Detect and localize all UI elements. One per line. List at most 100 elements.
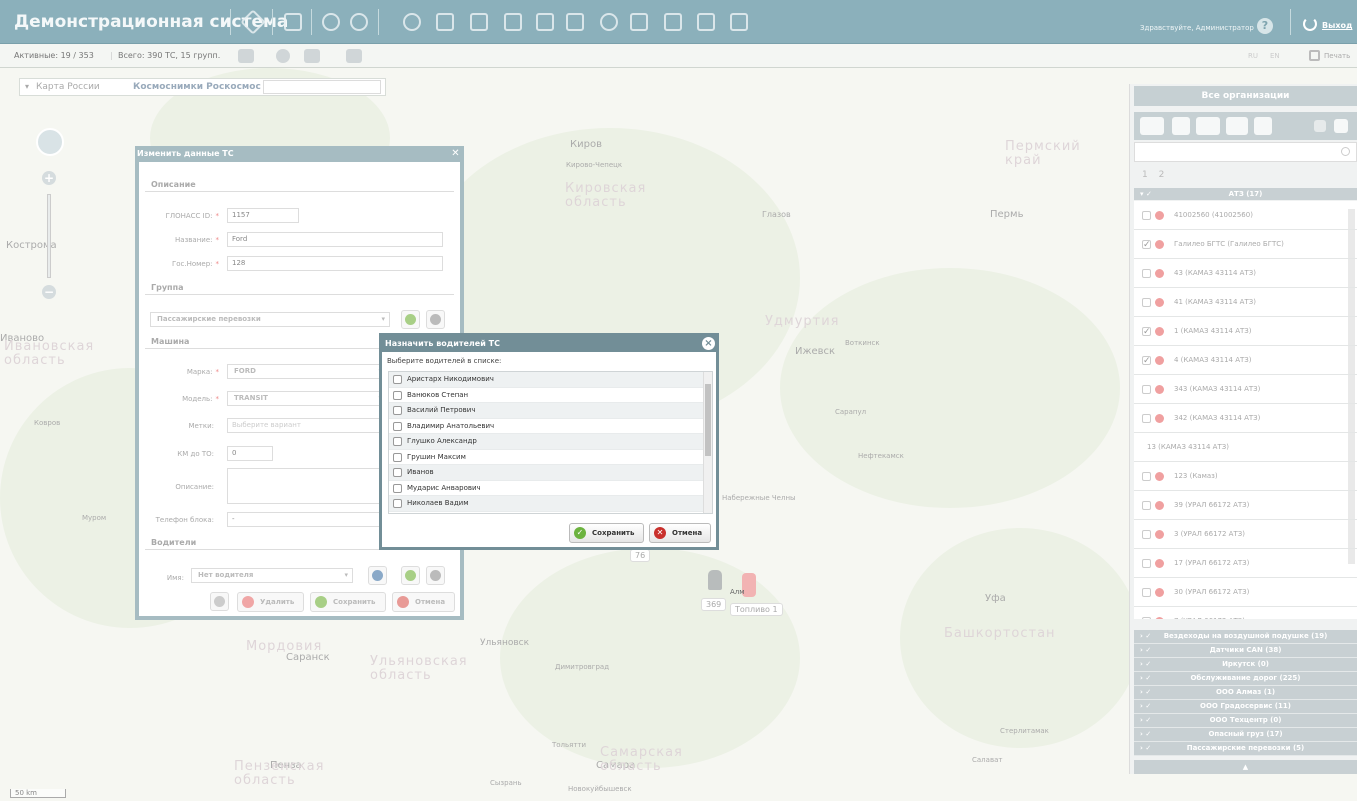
vehicle-item[interactable]: 3 (УРАЛ 66172 АТЗ) bbox=[1134, 520, 1357, 549]
vehicle-marker-label[interactable]: 76 bbox=[630, 549, 651, 562]
plate-number-input[interactable]: 128 bbox=[227, 256, 443, 271]
vehicle-checkbox[interactable] bbox=[1142, 385, 1151, 394]
scrollbar-thumb[interactable] bbox=[705, 384, 711, 456]
vehicle-item[interactable]: 4 (КАМАЗ 43114 АТЗ) bbox=[1134, 346, 1357, 376]
vehicle-marker-icon[interactable] bbox=[708, 570, 722, 590]
vehicle-item[interactable]: 7 (УРАЛ 66172 АТЗ) bbox=[1134, 607, 1357, 619]
map-search-input[interactable] bbox=[263, 80, 381, 94]
driver-row[interactable]: Грушин Максим bbox=[389, 450, 712, 465]
driver-checkbox[interactable] bbox=[393, 452, 402, 462]
edit-group-button[interactable] bbox=[426, 310, 445, 329]
info-icon[interactable] bbox=[276, 49, 290, 63]
vehicles-tab-icon[interactable] bbox=[1140, 117, 1164, 135]
group-header[interactable]: › ✓ ООО Техцентр (0) bbox=[1134, 714, 1357, 728]
driver-row[interactable]: Глушко Александр bbox=[389, 434, 712, 450]
close-icon[interactable]: × bbox=[702, 337, 715, 350]
group-toggle-icon[interactable]: › ✓ bbox=[1140, 714, 1151, 727]
driver-select[interactable]: Нет водителя bbox=[191, 568, 353, 583]
vehicle-checkbox[interactable] bbox=[1142, 559, 1151, 568]
printer-icon[interactable] bbox=[1309, 50, 1320, 61]
group-header[interactable]: › ✓ Опасный груз (17) bbox=[1134, 728, 1357, 742]
group-toggle-icon[interactable]: › ✓ bbox=[1140, 644, 1151, 657]
driver-row[interactable]: Владимир Анатольевич bbox=[389, 419, 712, 434]
route-icon[interactable] bbox=[436, 13, 454, 31]
glonass-id-input[interactable]: 1157 bbox=[227, 208, 299, 223]
layer-satellite[interactable]: Космоснимки Роскосмос bbox=[133, 82, 261, 92]
vehicle-item[interactable]: 13 (КАМАЗ 43114 АТЗ) bbox=[1134, 433, 1357, 462]
group-header[interactable]: › ✓ Вездеходы на воздушной подушке (19) bbox=[1134, 630, 1357, 644]
vehicle-name-input[interactable]: Ford bbox=[227, 232, 443, 247]
tags-select[interactable]: Выберите вариант bbox=[227, 418, 387, 433]
page-2[interactable]: 2 bbox=[1159, 170, 1165, 180]
logout-link[interactable]: Выход bbox=[1322, 21, 1352, 30]
tag-tab-icon[interactable] bbox=[1172, 117, 1190, 135]
vehicle-item[interactable]: 39 (УРАЛ 66172 АТЗ) bbox=[1134, 491, 1357, 520]
driver-checkbox[interactable] bbox=[393, 421, 402, 431]
chevron-down-icon[interactable]: ▾ bbox=[25, 82, 29, 91]
vehicle-checkbox[interactable] bbox=[1142, 472, 1151, 481]
group-header-atz[interactable]: ▾ ✓ АТЗ (17) bbox=[1134, 188, 1357, 200]
fuel-marker-label[interactable]: Топливо 1 bbox=[730, 603, 783, 616]
vehicle-item[interactable]: 41 (КАМАЗ 43114 АТЗ) bbox=[1134, 288, 1357, 317]
vehicle-group-icon[interactable] bbox=[664, 13, 682, 31]
vehicle-off-icon[interactable] bbox=[238, 49, 254, 63]
driver-checkbox[interactable] bbox=[393, 468, 402, 477]
vehicle-search-input[interactable] bbox=[1134, 142, 1357, 162]
track-icon[interactable] bbox=[504, 13, 522, 31]
driver-checkbox[interactable] bbox=[393, 499, 402, 508]
checklist-view-icon[interactable] bbox=[1334, 119, 1348, 133]
vehicle-check-icon[interactable] bbox=[566, 13, 584, 31]
vehicle-item[interactable]: 1 (КАМАЗ 43114 АТЗ) bbox=[1134, 317, 1357, 347]
route-off-icon[interactable] bbox=[304, 49, 320, 63]
route-add-icon[interactable] bbox=[470, 13, 488, 31]
print-button[interactable]: Печать bbox=[1324, 52, 1350, 60]
vehicle-item[interactable]: 30 (УРАЛ 66172 АТЗ) bbox=[1134, 578, 1357, 607]
group-toggle-icon[interactable]: › ✓ bbox=[1140, 742, 1151, 755]
assign-driver-button[interactable] bbox=[368, 566, 387, 585]
group-toggle-icon[interactable]: › ✓ bbox=[1140, 658, 1151, 671]
driver-row[interactable]: Иванов bbox=[389, 465, 712, 481]
driver-row[interactable]: Николаев Вадим bbox=[389, 496, 712, 512]
vehicle-checkbox[interactable] bbox=[1142, 269, 1151, 278]
vehicle-marker-label[interactable]: 369 bbox=[701, 598, 727, 611]
add-zone-icon[interactable] bbox=[350, 13, 368, 31]
page-1[interactable]: 1 bbox=[1142, 170, 1148, 180]
vehicle-checkbox[interactable] bbox=[1142, 617, 1151, 619]
driver-checkbox[interactable] bbox=[393, 483, 402, 493]
phone-input[interactable]: - bbox=[227, 512, 387, 527]
description-textarea[interactable] bbox=[227, 468, 387, 504]
power-icon[interactable] bbox=[1303, 17, 1317, 31]
calculator-icon[interactable] bbox=[284, 13, 302, 31]
group-header[interactable]: › ✓ Пассажирские перевозки (5) bbox=[1134, 742, 1357, 756]
group-toggle-icon[interactable]: › ✓ bbox=[1140, 686, 1151, 699]
gear-icon[interactable] bbox=[600, 13, 618, 31]
chevron-down-icon[interactable]: ▾ ✓ bbox=[1140, 188, 1152, 200]
settings-button[interactable] bbox=[210, 592, 229, 611]
save-vehicle-button[interactable]: Сохранить bbox=[310, 592, 386, 612]
cancel-vehicle-button[interactable]: Отмена bbox=[392, 592, 455, 612]
help-button[interactable]: ? bbox=[1257, 18, 1273, 34]
vehicle-checkbox[interactable] bbox=[1142, 298, 1151, 307]
vehicle-add-icon[interactable] bbox=[630, 13, 648, 31]
driver-checkbox[interactable] bbox=[393, 375, 402, 384]
group-toggle-icon[interactable]: › ✓ bbox=[1140, 672, 1151, 685]
calendar-icon[interactable] bbox=[730, 13, 748, 31]
vehicle-checkbox[interactable] bbox=[1142, 318, 1151, 347]
vehicle-checkbox[interactable] bbox=[1142, 501, 1151, 510]
vehicle-list-icon[interactable] bbox=[346, 49, 362, 63]
organization-select[interactable]: Все организации bbox=[1134, 86, 1357, 106]
layers-tab-icon[interactable] bbox=[1226, 117, 1248, 135]
save-drivers-button[interactable]: ✓ Сохранить bbox=[569, 523, 644, 543]
driver-checkbox[interactable] bbox=[393, 390, 402, 400]
group-header[interactable]: › ✓ ООО Градосервис (11) bbox=[1134, 700, 1357, 714]
driver-row[interactable]: Аристарх Никодимович bbox=[389, 372, 712, 388]
pan-control[interactable] bbox=[36, 128, 64, 156]
vehicle-checkbox[interactable] bbox=[1142, 530, 1151, 539]
lang-ru[interactable]: RU bbox=[1248, 52, 1258, 60]
add-driver-button[interactable] bbox=[401, 566, 420, 585]
group-header[interactable]: › ✓ ООО Алмаз (1) bbox=[1134, 686, 1357, 700]
group-header[interactable]: › ✓ Обслуживание дорог (225) bbox=[1134, 672, 1357, 686]
vehicle-checkbox[interactable] bbox=[1142, 211, 1151, 220]
zoom-slider[interactable] bbox=[47, 194, 51, 278]
zoom-out-button[interactable]: − bbox=[42, 285, 56, 299]
